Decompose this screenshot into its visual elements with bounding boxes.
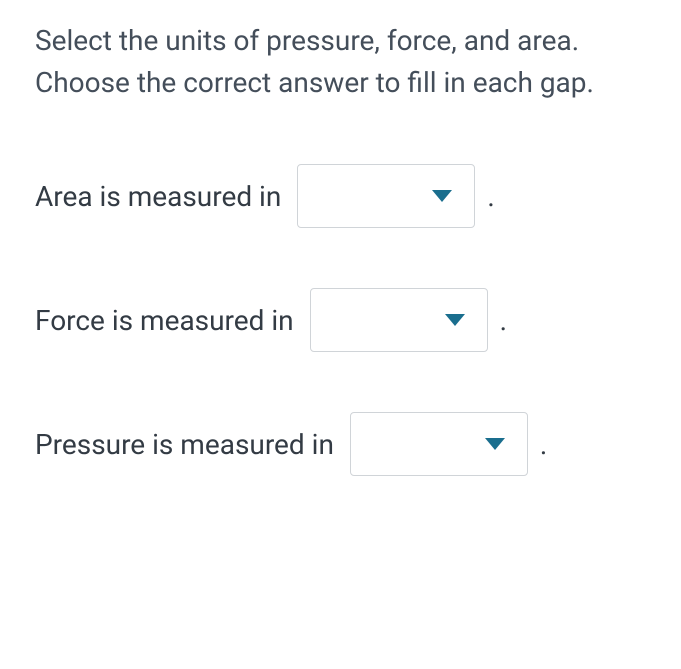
- period: .: [540, 428, 547, 461]
- instruction-text: Select the units of pressure, force, and…: [35, 20, 646, 104]
- question-row-pressure: Pressure is measured in .: [35, 412, 646, 476]
- pressure-dropdown[interactable]: [350, 412, 528, 476]
- pressure-label: Pressure is measured in: [35, 428, 334, 461]
- instruction-line-1: Select the units of pressure, force, and…: [35, 24, 579, 57]
- instruction-line-2: Choose the correct answer to fill in eac…: [35, 66, 594, 99]
- question-row-area: Area is measured in .: [35, 164, 646, 228]
- area-label: Area is measured in: [35, 180, 281, 213]
- period: .: [487, 180, 494, 213]
- force-label: Force is measured in: [35, 304, 294, 337]
- chevron-down-icon: [485, 438, 505, 450]
- chevron-down-icon: [445, 314, 465, 326]
- area-dropdown[interactable]: [297, 164, 475, 228]
- question-row-force: Force is measured in .: [35, 288, 646, 352]
- period: .: [500, 304, 507, 337]
- chevron-down-icon: [432, 190, 452, 202]
- force-dropdown[interactable]: [310, 288, 488, 352]
